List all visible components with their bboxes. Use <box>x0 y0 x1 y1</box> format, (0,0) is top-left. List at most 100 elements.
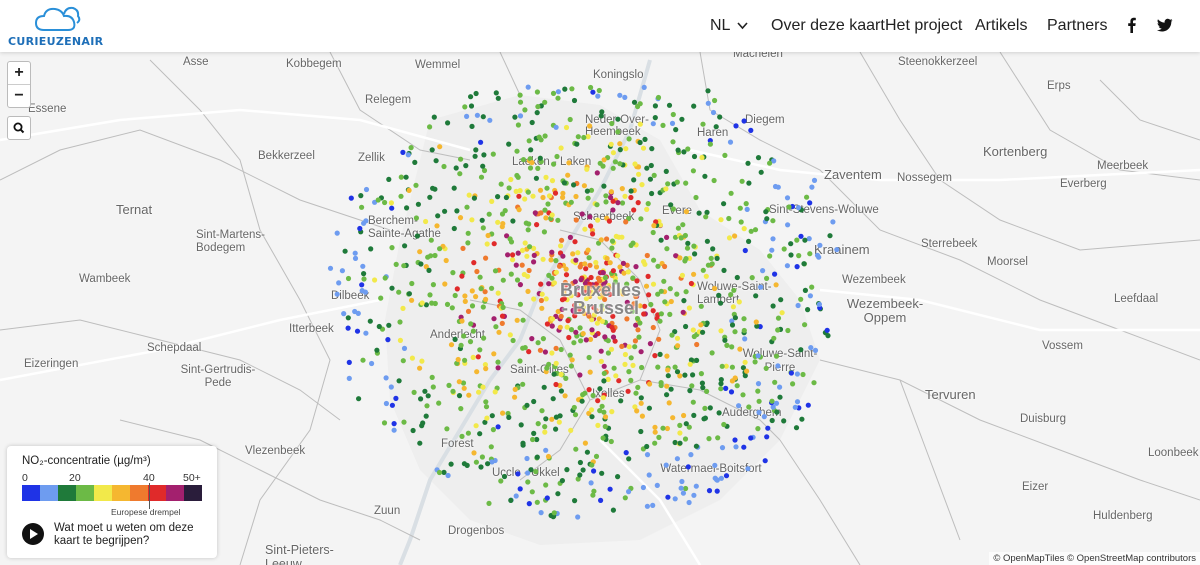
sensor-dot[interactable] <box>622 361 628 367</box>
sensor-dot[interactable] <box>609 409 615 415</box>
sensor-dot[interactable] <box>507 332 513 338</box>
sensor-dot[interactable] <box>582 261 588 267</box>
nav-het-project[interactable]: Het project <box>885 17 962 35</box>
sensor-dot[interactable] <box>619 200 626 206</box>
sensor-dot[interactable] <box>724 342 730 348</box>
sensor-dot[interactable] <box>637 320 643 326</box>
sensor-dot[interactable] <box>459 433 465 439</box>
sensor-dot[interactable] <box>359 288 365 294</box>
sensor-dot[interactable] <box>517 301 524 307</box>
sensor-dot[interactable] <box>587 369 593 375</box>
sensor-dot[interactable] <box>510 218 516 224</box>
sensor-dot[interactable] <box>480 384 486 390</box>
sensor-dot[interactable] <box>664 353 670 359</box>
sensor-dot[interactable] <box>517 99 524 105</box>
sensor-dot[interactable] <box>580 467 586 473</box>
sensor-dot[interactable] <box>772 379 778 385</box>
sensor-dot[interactable] <box>563 266 569 272</box>
sensor-dot[interactable] <box>644 452 651 458</box>
sensor-dot[interactable] <box>483 296 489 302</box>
sensor-dot[interactable] <box>428 237 434 243</box>
sensor-dot[interactable] <box>758 284 764 290</box>
sensor-dot[interactable] <box>690 327 696 333</box>
sensor-dot[interactable] <box>493 324 499 330</box>
sensor-dot[interactable] <box>741 226 747 232</box>
curieuzenair-logo[interactable]: CURIEUZENAIR <box>8 4 103 48</box>
sensor-dot[interactable] <box>486 211 492 217</box>
sensor-dot[interactable] <box>752 359 758 365</box>
sensor-dot[interactable] <box>573 446 579 452</box>
sensor-dot[interactable] <box>356 396 362 402</box>
sensor-dot[interactable] <box>642 261 648 267</box>
sensor-dot[interactable] <box>674 369 681 375</box>
sensor-dot[interactable] <box>680 490 687 496</box>
sensor-dot[interactable] <box>680 309 686 315</box>
sensor-dot[interactable] <box>645 201 651 207</box>
sensor-dot[interactable] <box>555 95 561 101</box>
sensor-dot[interactable] <box>573 257 579 263</box>
sensor-dot[interactable] <box>660 425 666 431</box>
sensor-dot[interactable] <box>513 493 519 499</box>
sensor-dot[interactable] <box>634 408 640 414</box>
sensor-dot[interactable] <box>419 358 425 364</box>
sensor-dot[interactable] <box>647 341 654 347</box>
sensor-dot[interactable] <box>529 336 535 342</box>
sensor-dot[interactable] <box>692 251 698 257</box>
sensor-dot[interactable] <box>468 103 475 109</box>
sensor-dot[interactable] <box>513 262 519 268</box>
sensor-dot[interactable] <box>433 158 439 164</box>
sensor-dot[interactable] <box>733 444 739 450</box>
sensor-dot[interactable] <box>479 217 485 223</box>
sensor-dot[interactable] <box>644 503 651 509</box>
sensor-dot[interactable] <box>508 176 514 183</box>
sensor-dot[interactable] <box>608 438 614 445</box>
sensor-dot[interactable] <box>461 385 467 391</box>
sensor-dot[interactable] <box>635 384 641 390</box>
sensor-dot[interactable] <box>537 155 543 161</box>
sensor-dot[interactable] <box>663 186 669 192</box>
sensor-dot[interactable] <box>660 122 666 128</box>
sensor-dot[interactable] <box>529 160 535 166</box>
sensor-dot[interactable] <box>430 282 436 288</box>
sensor-dot[interactable] <box>604 255 610 262</box>
sensor-dot[interactable] <box>748 228 754 234</box>
sensor-dot[interactable] <box>525 470 531 476</box>
sensor-dot[interactable] <box>450 270 456 276</box>
sensor-dot[interactable] <box>464 462 470 468</box>
sensor-dot[interactable] <box>483 366 489 372</box>
sensor-dot[interactable] <box>665 494 671 500</box>
sensor-dot[interactable] <box>586 387 592 393</box>
sensor-dot[interactable] <box>781 418 787 424</box>
sensor-dot[interactable] <box>456 393 463 399</box>
sensor-dot[interactable] <box>535 421 541 427</box>
sensor-dot[interactable] <box>517 358 523 364</box>
sensor-dot[interactable] <box>468 94 474 100</box>
sensor-dot[interactable] <box>451 225 457 232</box>
sensor-dot[interactable] <box>638 428 644 435</box>
sensor-dot[interactable] <box>526 349 532 355</box>
sensor-dot[interactable] <box>712 285 718 292</box>
sensor-dot[interactable] <box>500 277 506 283</box>
sensor-dot[interactable] <box>478 139 484 145</box>
sensor-dot[interactable] <box>745 160 751 166</box>
sensor-dot[interactable] <box>794 399 801 405</box>
sensor-dot[interactable] <box>444 426 450 432</box>
sensor-dot[interactable] <box>442 281 448 287</box>
sensor-dot[interactable] <box>545 453 552 460</box>
sensor-dot[interactable] <box>691 153 698 160</box>
sensor-dot[interactable] <box>631 99 638 105</box>
sensor-dot[interactable] <box>683 421 689 427</box>
sensor-dot[interactable] <box>402 243 408 249</box>
sensor-dot[interactable] <box>637 139 643 146</box>
sensor-dot[interactable] <box>652 424 658 430</box>
sensor-dot[interactable] <box>817 242 823 248</box>
sensor-dot[interactable] <box>807 251 813 257</box>
sensor-dot[interactable] <box>650 308 656 314</box>
sensor-dot[interactable] <box>686 499 692 506</box>
sensor-dot[interactable] <box>360 263 366 269</box>
sensor-dot[interactable] <box>722 337 728 343</box>
sensor-dot[interactable] <box>630 362 636 368</box>
sensor-dot[interactable] <box>463 163 469 169</box>
sensor-dot[interactable] <box>513 188 519 194</box>
sensor-dot[interactable] <box>731 287 737 293</box>
